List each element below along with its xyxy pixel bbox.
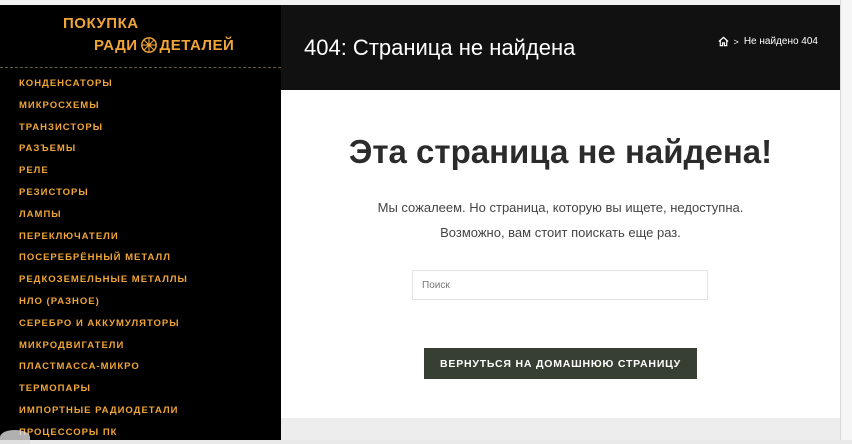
home-icon[interactable] (718, 36, 729, 47)
not-found-headline: Эта страница не найдена! (348, 133, 773, 170)
menu-item-pc-processors[interactable]: ПРОЦЕССОРЫ ПК (19, 422, 188, 440)
page-header: 404: Страница не найдена > Не найдено 40… (281, 5, 840, 90)
menu-item-rare-earth-metals[interactable]: РЕДКОЗЕМЕЛЬНЫЕ МЕТАЛЛЫ (19, 269, 188, 291)
not-found-message-line2: Возможно, вам стоит поискать еще раз. (440, 225, 681, 240)
logo-text-line2: РАДИ ДЕТАЛЕЙ (94, 36, 234, 54)
main-content: Эта страница не найдена! Мы сожалеем. Но… (281, 90, 840, 418)
menu-item-imported-parts[interactable]: ИМПОРТНЫЕ РАДИОДЕТАЛИ (19, 400, 188, 422)
breadcrumb-current: Не найдено 404 (743, 36, 818, 47)
search-input[interactable] (412, 270, 708, 300)
menu-item-lamps[interactable]: ЛАМПЫ (19, 204, 188, 226)
menu-item-switches[interactable]: ПЕРЕКЛЮЧАТЕЛИ (19, 226, 188, 248)
footer-strip (281, 418, 840, 440)
menu-item-transistors[interactable]: ТРАНЗИСТОРЫ (19, 117, 188, 139)
menu-item-plastic-micro[interactable]: ПЛАСТМАССА-МИКРО (19, 356, 188, 378)
scroll-up-icon[interactable] (0, 430, 30, 444)
menu-item-resistors[interactable]: РЕЗИСТОРЫ (19, 182, 188, 204)
breadcrumb: > Не найдено 404 (718, 36, 818, 47)
menu-item-silver-plated-metal[interactable]: ПОСЕРЕБРЁННЫЙ МЕТАЛЛ (19, 247, 188, 269)
not-found-message-line1: Мы сожалеем. Но страница, которую вы ище… (377, 200, 744, 215)
logo-text-right: ДЕТАЛЕЙ (159, 36, 235, 54)
menu-item-misc[interactable]: НЛО (РАЗНОЕ) (19, 291, 188, 313)
menu-item-thermocouples[interactable]: ТЕРМОПАРЫ (19, 378, 188, 400)
menu-item-microchips[interactable]: МИКРОСХЕМЫ (19, 95, 188, 117)
menu-item-silver-batteries[interactable]: СЕРЕБРО И АККУМУЛЯТОРЫ (19, 313, 188, 335)
sidebar: ПОКУПКА РАДИ ДЕТАЛЕЙ КОНДЕНСАТОРЫ МИКРОС… (0, 5, 281, 440)
category-menu: КОНДЕНСАТОРЫ МИКРОСХЕМЫ ТРАНЗИСТОРЫ РАЗЪ… (19, 73, 188, 440)
gear-wheel-icon (140, 37, 157, 53)
menu-item-capacitors[interactable]: КОНДЕНСАТОРЫ (19, 73, 188, 95)
site-logo[interactable]: ПОКУПКА РАДИ ДЕТАЛЕЙ (0, 5, 281, 67)
menu-item-relays[interactable]: РЕЛЕ (19, 160, 188, 182)
logo-divider (0, 67, 281, 68)
logo-text-left: РАДИ (94, 36, 138, 54)
menu-item-connectors[interactable]: РАЗЪЕМЫ (19, 138, 188, 160)
menu-item-micromotors[interactable]: МИКРОДВИГАТЕЛИ (19, 335, 188, 357)
page-title: 404: Страница не найдена (304, 35, 576, 60)
breadcrumb-separator: > (733, 36, 739, 47)
logo-text-line1: ПОКУПКА (63, 15, 139, 32)
window-scrollbar[interactable] (840, 0, 852, 440)
home-button[interactable]: ВЕРНУТЬСЯ НА ДОМАШНЮЮ СТРАНИЦУ (424, 348, 697, 379)
